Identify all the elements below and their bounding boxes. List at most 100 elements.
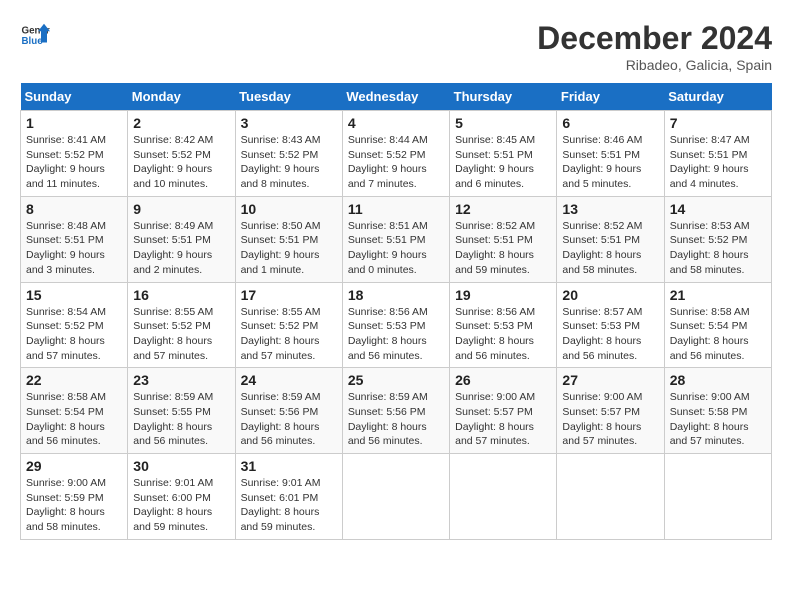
day-cell-8: 8 Sunrise: 8:48 AM Sunset: 5:51 PM Daylig…: [21, 196, 128, 282]
day-cell-27: 27Sunrise: 9:00 AM Sunset: 5:57 PM Dayli…: [557, 368, 664, 454]
day-info: Sunrise: 8:57 AM Sunset: 5:53 PM Dayligh…: [562, 305, 658, 364]
weekday-header-tuesday: Tuesday: [235, 83, 342, 111]
day-info: Sunrise: 8:56 AM Sunset: 5:53 PM Dayligh…: [455, 305, 551, 364]
day-info: Sunrise: 8:55 AM Sunset: 5:52 PM Dayligh…: [133, 305, 229, 364]
day-number: 5: [455, 115, 551, 131]
day-cell-31: 31 Sunrise: 9:01 AM Sunset: 6:01 PM Dayli…: [235, 454, 342, 540]
day-info: Sunrise: 9:01 AM Sunset: 6:01 PM Dayligh…: [241, 476, 337, 535]
day-number: 31: [241, 458, 337, 474]
day-cell-4: 4Sunrise: 8:44 AM Sunset: 5:52 PM Daylig…: [342, 111, 449, 197]
day-cell-18: 18Sunrise: 8:56 AM Sunset: 5:53 PM Dayli…: [342, 282, 449, 368]
empty-cell: [557, 454, 664, 540]
svg-text:Blue: Blue: [22, 36, 44, 47]
day-number: 13: [562, 201, 658, 217]
weekday-header-thursday: Thursday: [450, 83, 557, 111]
day-cell-24: 24Sunrise: 8:59 AM Sunset: 5:56 PM Dayli…: [235, 368, 342, 454]
day-number: 26: [455, 372, 551, 388]
week-row-2: 8 Sunrise: 8:48 AM Sunset: 5:51 PM Daylig…: [21, 196, 772, 282]
logo: General Blue: [20, 20, 50, 50]
day-cell-28: 28Sunrise: 9:00 AM Sunset: 5:58 PM Dayli…: [664, 368, 771, 454]
day-number: 1: [26, 115, 122, 131]
day-number: 24: [241, 372, 337, 388]
day-cell-15: 15 Sunrise: 8:54 AM Sunset: 5:52 PM Dayli…: [21, 282, 128, 368]
day-info: Sunrise: 8:46 AM Sunset: 5:51 PM Dayligh…: [562, 133, 658, 192]
weekday-header-saturday: Saturday: [664, 83, 771, 111]
weekday-header-sunday: Sunday: [21, 83, 128, 111]
day-number: 11: [348, 201, 444, 217]
day-cell-16: 16 Sunrise: 8:55 AM Sunset: 5:52 PM Dayli…: [128, 282, 235, 368]
day-number: 25: [348, 372, 444, 388]
week-row-4: 22 Sunrise: 8:58 AM Sunset: 5:54 PM Dayli…: [21, 368, 772, 454]
day-cell-11: 11 Sunrise: 8:51 AM Sunset: 5:51 PM Dayli…: [342, 196, 449, 282]
day-cell-29: 29 Sunrise: 9:00 AM Sunset: 5:59 PM Dayli…: [21, 454, 128, 540]
day-info: Sunrise: 8:41 AM Sunset: 5:52 PM Dayligh…: [26, 133, 122, 192]
day-cell-19: 19 Sunrise: 8:56 AM Sunset: 5:53 PM Dayli…: [450, 282, 557, 368]
day-info: Sunrise: 8:52 AM Sunset: 5:51 PM Dayligh…: [455, 219, 551, 278]
day-cell-22: 22 Sunrise: 8:58 AM Sunset: 5:54 PM Dayli…: [21, 368, 128, 454]
day-number: 19: [455, 287, 551, 303]
day-info: Sunrise: 9:01 AM Sunset: 6:00 PM Dayligh…: [133, 476, 229, 535]
page-header: General Blue December 2024 Ribadeo, Gali…: [20, 20, 772, 73]
title-block: December 2024 Ribadeo, Galicia, Spain: [537, 20, 772, 73]
day-number: 3: [241, 115, 337, 131]
weekday-header-monday: Monday: [128, 83, 235, 111]
day-cell-6: 6 Sunrise: 8:46 AM Sunset: 5:51 PM Daylig…: [557, 111, 664, 197]
day-cell-30: 30 Sunrise: 9:01 AM Sunset: 6:00 PM Dayli…: [128, 454, 235, 540]
day-cell-14: 14 Sunrise: 8:53 AM Sunset: 5:52 PM Dayli…: [664, 196, 771, 282]
day-number: 6: [562, 115, 658, 131]
day-number: 29: [26, 458, 122, 474]
day-cell-25: 25 Sunrise: 8:59 AM Sunset: 5:56 PM Dayli…: [342, 368, 449, 454]
day-number: 15: [26, 287, 122, 303]
month-title: December 2024: [537, 20, 772, 57]
week-row-1: 1 Sunrise: 8:41 AM Sunset: 5:52 PM Daylig…: [21, 111, 772, 197]
day-number: 10: [241, 201, 337, 217]
day-info: Sunrise: 8:47 AM Sunset: 5:51 PM Dayligh…: [670, 133, 766, 192]
day-cell-17: 17Sunrise: 8:55 AM Sunset: 5:52 PM Dayli…: [235, 282, 342, 368]
calendar-table: SundayMondayTuesdayWednesdayThursdayFrid…: [20, 83, 772, 540]
day-number: 7: [670, 115, 766, 131]
week-row-3: 15 Sunrise: 8:54 AM Sunset: 5:52 PM Dayli…: [21, 282, 772, 368]
day-number: 18: [348, 287, 444, 303]
day-number: 20: [562, 287, 658, 303]
day-cell-12: 12Sunrise: 8:52 AM Sunset: 5:51 PM Dayli…: [450, 196, 557, 282]
day-number: 16: [133, 287, 229, 303]
day-info: Sunrise: 9:00 AM Sunset: 5:59 PM Dayligh…: [26, 476, 122, 535]
day-info: Sunrise: 8:42 AM Sunset: 5:52 PM Dayligh…: [133, 133, 229, 192]
day-number: 14: [670, 201, 766, 217]
day-number: 27: [562, 372, 658, 388]
day-cell-9: 9 Sunrise: 8:49 AM Sunset: 5:51 PM Daylig…: [128, 196, 235, 282]
day-number: 2: [133, 115, 229, 131]
day-info: Sunrise: 9:00 AM Sunset: 5:58 PM Dayligh…: [670, 390, 766, 449]
day-info: Sunrise: 8:58 AM Sunset: 5:54 PM Dayligh…: [670, 305, 766, 364]
logo-icon: General Blue: [20, 20, 50, 50]
day-info: Sunrise: 8:48 AM Sunset: 5:51 PM Dayligh…: [26, 219, 122, 278]
day-info: Sunrise: 8:49 AM Sunset: 5:51 PM Dayligh…: [133, 219, 229, 278]
day-number: 22: [26, 372, 122, 388]
header-row: SundayMondayTuesdayWednesdayThursdayFrid…: [21, 83, 772, 111]
day-number: 23: [133, 372, 229, 388]
day-cell-13: 13Sunrise: 8:52 AM Sunset: 5:51 PM Dayli…: [557, 196, 664, 282]
location-title: Ribadeo, Galicia, Spain: [537, 57, 772, 73]
day-cell-1: 1 Sunrise: 8:41 AM Sunset: 5:52 PM Daylig…: [21, 111, 128, 197]
day-info: Sunrise: 8:44 AM Sunset: 5:52 PM Dayligh…: [348, 133, 444, 192]
day-info: Sunrise: 8:43 AM Sunset: 5:52 PM Dayligh…: [241, 133, 337, 192]
day-number: 8: [26, 201, 122, 217]
day-number: 17: [241, 287, 337, 303]
empty-cell: [450, 454, 557, 540]
day-cell-7: 7 Sunrise: 8:47 AM Sunset: 5:51 PM Daylig…: [664, 111, 771, 197]
day-info: Sunrise: 8:54 AM Sunset: 5:52 PM Dayligh…: [26, 305, 122, 364]
weekday-header-friday: Friday: [557, 83, 664, 111]
day-info: Sunrise: 8:59 AM Sunset: 5:55 PM Dayligh…: [133, 390, 229, 449]
day-info: Sunrise: 8:50 AM Sunset: 5:51 PM Dayligh…: [241, 219, 337, 278]
day-cell-10: 10 Sunrise: 8:50 AM Sunset: 5:51 PM Dayli…: [235, 196, 342, 282]
day-info: Sunrise: 8:53 AM Sunset: 5:52 PM Dayligh…: [670, 219, 766, 278]
day-cell-5: 5 Sunrise: 8:45 AM Sunset: 5:51 PM Daylig…: [450, 111, 557, 197]
day-number: 9: [133, 201, 229, 217]
day-number: 30: [133, 458, 229, 474]
day-info: Sunrise: 8:58 AM Sunset: 5:54 PM Dayligh…: [26, 390, 122, 449]
day-info: Sunrise: 8:45 AM Sunset: 5:51 PM Dayligh…: [455, 133, 551, 192]
day-info: Sunrise: 9:00 AM Sunset: 5:57 PM Dayligh…: [455, 390, 551, 449]
day-info: Sunrise: 8:51 AM Sunset: 5:51 PM Dayligh…: [348, 219, 444, 278]
weekday-header-wednesday: Wednesday: [342, 83, 449, 111]
day-info: Sunrise: 8:59 AM Sunset: 5:56 PM Dayligh…: [348, 390, 444, 449]
